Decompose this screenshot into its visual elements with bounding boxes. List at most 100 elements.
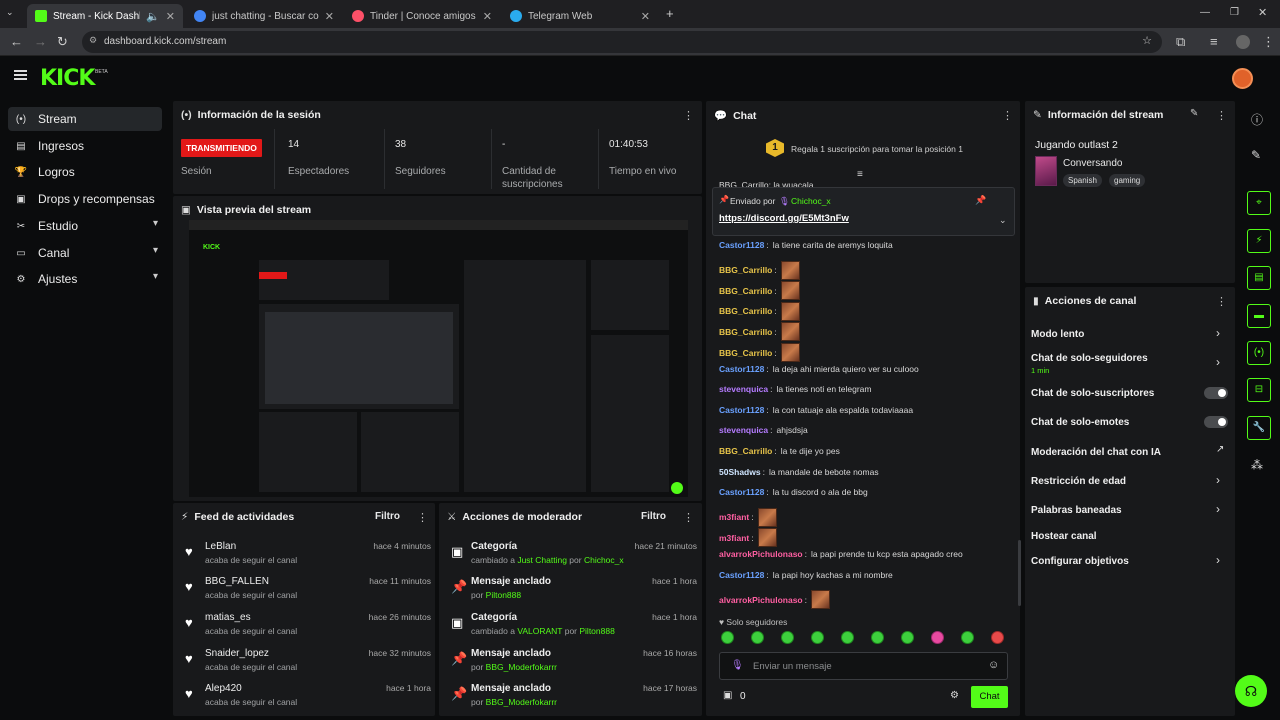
action-banned-words[interactable]: Palabras baneadas	[1031, 505, 1122, 516]
chat-settings-icon[interactable]: ⚙	[950, 690, 959, 701]
nodes-icon[interactable]: ⁂	[1251, 458, 1263, 472]
chat-username[interactable]: Castor1128	[719, 364, 764, 374]
close-tab-icon[interactable]: ✕	[641, 10, 650, 23]
sidebar-item-ajustes[interactable]: ⚙ Ajustes ▾	[8, 267, 162, 291]
action-age-restriction[interactable]: Restricción de edad	[1031, 476, 1126, 487]
help-support-button[interactable]: ☊	[1235, 675, 1267, 707]
chat-username[interactable]: m3fiant	[719, 512, 749, 522]
chat-username[interactable]: alvarrokPichulonaso	[719, 549, 803, 559]
document-icon[interactable]: ▤	[1247, 266, 1271, 290]
chat-username[interactable]: Castor1128	[719, 570, 764, 580]
filter-button[interactable]: Filtro	[641, 511, 666, 522]
more-options-icon[interactable]: ⋮	[1216, 295, 1227, 308]
emote-icon[interactable]	[721, 631, 734, 644]
tab-search-icon[interactable]: ⌄	[6, 7, 14, 18]
bookmark-star-icon[interactable]: ☆	[1142, 34, 1152, 47]
emote-icon[interactable]	[871, 631, 884, 644]
emote-icon[interactable]	[751, 631, 764, 644]
minimize-icon[interactable]: —	[1200, 7, 1210, 18]
info-icon[interactable]: ⓘ	[1251, 111, 1263, 128]
more-options-icon[interactable]: ⋮	[683, 109, 694, 122]
action-followers-only[interactable]: Chat de solo-seguidores	[1031, 353, 1148, 364]
emote-icon[interactable]	[931, 631, 944, 644]
chevron-down-icon[interactable]: ⌄	[999, 215, 1007, 226]
media-icon[interactable]: ≡	[1210, 34, 1218, 49]
tab-tinder[interactable]: Tinder | Conoce amigos y gent ✕	[344, 4, 500, 28]
more-options-icon[interactable]: ⋮	[1002, 109, 1013, 122]
chevron-right-icon[interactable]: ›	[1216, 502, 1220, 516]
chat-username[interactable]: stevenquica	[719, 425, 768, 435]
sidebar-item-estudio[interactable]: ✂ Estudio ▾	[8, 214, 162, 238]
sidebar-item-logros[interactable]: 🏆 Logros	[8, 160, 162, 184]
close-tab-icon[interactable]: ✕	[483, 10, 492, 23]
lightning-icon[interactable]: ⚡	[1247, 229, 1271, 253]
chat-username[interactable]: 50Shadws	[719, 467, 761, 477]
emotes-only-toggle[interactable]	[1204, 416, 1228, 428]
forward-icon[interactable]: →	[34, 34, 47, 49]
broadcast-icon[interactable]: (•)	[1247, 341, 1271, 365]
action-configure-goals[interactable]: Configurar objetivos	[1031, 556, 1129, 567]
close-tab-icon[interactable]: ✕	[166, 10, 175, 23]
pinned-link[interactable]: https://discord.gg/E5Mt3nFw	[719, 213, 849, 224]
chat-username[interactable]: BBG_Carrillo	[719, 286, 772, 296]
chat-username[interactable]: m3fiant	[719, 533, 749, 543]
tab-telegram[interactable]: Telegram Web ✕	[502, 4, 658, 28]
chevron-right-icon[interactable]: ›	[1216, 326, 1220, 340]
chat-input[interactable]: 🎙 Enviar un mensaje ☺	[719, 652, 1008, 680]
chat-username[interactable]: BBG_Carrillo	[719, 348, 772, 358]
more-options-icon[interactable]: ⋮	[683, 511, 694, 524]
tab-google-search[interactable]: just chatting - Buscar con Goog ✕	[186, 4, 342, 28]
reload-icon[interactable]: ↻	[57, 34, 68, 50]
collapse-icon[interactable]: ≡	[857, 169, 863, 180]
tag-chip[interactable]: Spanish	[1063, 174, 1102, 187]
maximize-icon[interactable]: ❐	[1230, 7, 1239, 18]
edit-icon[interactable]: ✎	[1190, 108, 1198, 119]
action-ai-moderation[interactable]: Moderación del chat con IA	[1031, 447, 1161, 458]
filter-button[interactable]: Filtro	[375, 511, 400, 522]
more-options-icon[interactable]: ⋮	[1216, 109, 1227, 122]
extensions-icon[interactable]: ⧉	[1176, 34, 1185, 50]
tab-kick-dashboard[interactable]: Stream - Kick Dashboard 🔈 ✕	[27, 4, 183, 28]
action-emotes-only[interactable]: Chat de solo-emotes	[1031, 417, 1129, 428]
layout-icon[interactable]: ⊟	[1247, 378, 1271, 402]
emote-icon[interactable]	[991, 631, 1004, 644]
chat-username[interactable]: BBG_Carrillo	[719, 327, 772, 337]
edit-icon[interactable]: ✎	[1251, 148, 1261, 162]
sidebar-item-canal[interactable]: ▭ Canal ▾	[8, 241, 162, 265]
chat-username[interactable]: stevenquica	[719, 384, 768, 394]
sidebar-item-drops[interactable]: ▣ Drops y recompensas	[8, 187, 162, 211]
chat-username[interactable]: Castor1128	[719, 405, 764, 415]
emote-icon[interactable]	[901, 631, 914, 644]
action-slow-mode[interactable]: Modo lento	[1031, 329, 1084, 340]
chevron-right-icon[interactable]: ›	[1216, 355, 1220, 369]
sidebar-item-stream[interactable]: (•) Stream	[8, 107, 162, 131]
sidebar-item-ingresos[interactable]: ▤ Ingresos	[8, 134, 162, 158]
stream-preview-video[interactable]: KICK	[189, 220, 688, 497]
send-chat-button[interactable]: Chat	[971, 686, 1008, 708]
site-info-icon[interactable]: ⚙	[89, 35, 97, 46]
chat-username[interactable]: BBG_Carrillo	[719, 306, 772, 316]
chat-username[interactable]: alvarrokPichulonaso	[719, 595, 803, 605]
hamburger-menu-icon[interactable]	[14, 70, 27, 80]
emote-icon[interactable]	[781, 631, 794, 644]
chat-username[interactable]: BBG_Carrillo	[719, 446, 772, 456]
chat-username[interactable]: Castor1128	[719, 487, 764, 497]
kick-logo[interactable]: KICK	[40, 66, 95, 91]
tag-chip[interactable]: gaming	[1109, 174, 1146, 187]
chat-username[interactable]: BBG_Carrillo	[719, 265, 772, 275]
new-tab-icon[interactable]: +	[666, 6, 674, 21]
chat-scrollbar[interactable]	[1018, 540, 1021, 606]
profile-icon[interactable]	[1236, 35, 1250, 49]
gift-leaderboard-text[interactable]: Regala 1 suscripción para tomar la posic…	[791, 144, 963, 154]
browser-menu-icon[interactable]: ⋮	[1262, 34, 1275, 50]
emote-icon[interactable]	[841, 631, 854, 644]
emote-icon[interactable]	[811, 631, 824, 644]
action-host-channel[interactable]: Hostear canal	[1031, 531, 1097, 542]
user-avatar[interactable]	[1232, 68, 1253, 89]
emote-icon[interactable]	[961, 631, 974, 644]
external-link-icon[interactable]: ↗	[1216, 444, 1224, 455]
chevron-right-icon[interactable]: ›	[1216, 473, 1220, 487]
close-tab-icon[interactable]: ✕	[325, 10, 334, 23]
unpin-icon[interactable]: 📌	[975, 195, 986, 206]
clip-icon[interactable]: ⌖	[1247, 191, 1271, 215]
